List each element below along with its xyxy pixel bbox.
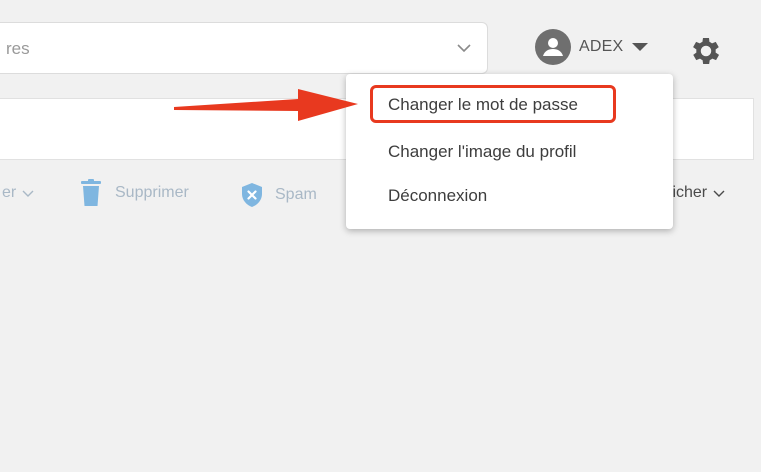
shield-x-icon [242, 183, 262, 207]
caret-down-icon [632, 43, 649, 51]
spam-label: Spam [275, 186, 317, 203]
spam-button[interactable]: Spam [240, 182, 317, 208]
chevron-down-icon [22, 190, 34, 197]
account-dropdown-menu: Changer le mot de passe Changer l'image … [346, 74, 673, 229]
delete-button[interactable]: Supprimer [80, 179, 189, 207]
partial-right-label: ficher [668, 184, 708, 201]
display-options-button[interactable]: ficher [668, 184, 726, 202]
menu-item-logout[interactable]: Déconnexion [388, 186, 487, 206]
menu-item-change-password[interactable]: Changer le mot de passe [388, 95, 578, 115]
partial-left-label: er [2, 184, 17, 201]
menu-item-change-profile-image[interactable]: Changer l'image du profil [388, 142, 576, 162]
chevron-down-icon [713, 190, 725, 197]
delete-label: Supprimer [115, 184, 189, 201]
trash-icon [81, 179, 101, 206]
account-menu-toggle[interactable]: ADEX [535, 28, 649, 66]
account-name: ADEX [579, 38, 624, 55]
search-field[interactable]: res [0, 22, 488, 74]
partial-left-action[interactable]: er [2, 184, 35, 202]
chevron-down-icon[interactable] [455, 39, 473, 57]
gear-icon[interactable] [688, 33, 724, 69]
user-avatar-icon [535, 29, 571, 65]
arrow-annotation-icon [174, 89, 358, 121]
search-text: res [6, 39, 30, 58]
